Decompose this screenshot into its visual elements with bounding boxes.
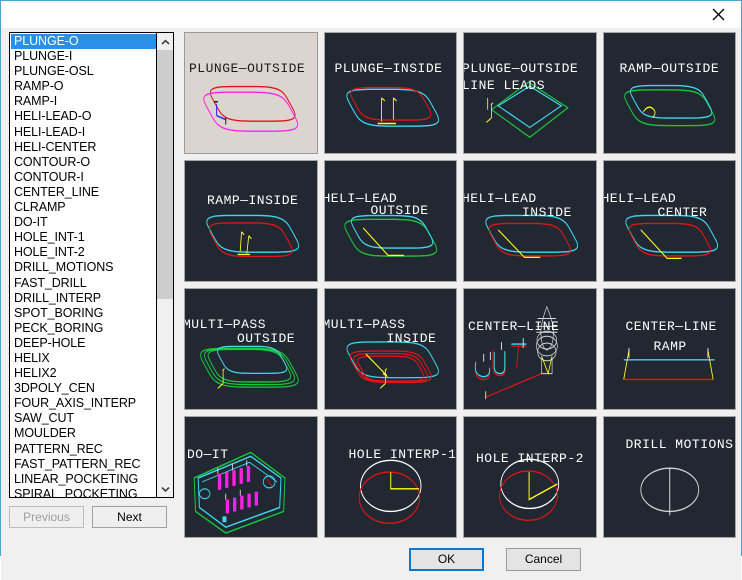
thumbnail-plunge-inside[interactable]: PLUNGE—INSIDE: [323, 32, 457, 154]
thumbnail-artwork: [474, 305, 558, 400]
thumbnail-artwork: [622, 348, 714, 381]
thumbnail-center-line-ramp[interactable]: CENTER—LINE RAMP: [602, 288, 736, 410]
thumbnail-multi-pass-inside[interactable]: MULTI—PASS INSIDE: [323, 288, 457, 410]
tool-motion-picker-dialog: PLUNGE-O PLUNGE-I PLUNGE-OSL RAMP-O RAMP-I HE…: [0, 0, 742, 580]
motion-list-item[interactable]: SAW_CUT: [11, 411, 156, 426]
thumbnail-artwork: [639, 467, 699, 516]
motion-list-item[interactable]: RAMP-I: [11, 94, 156, 109]
title-bar: [1, 1, 741, 28]
thumbnail-artwork: [486, 81, 569, 138]
scroll-thumb[interactable]: [157, 50, 173, 300]
motion-list-item[interactable]: PLUNGE-O: [11, 34, 156, 50]
motion-list-item[interactable]: CONTOUR-I: [11, 170, 156, 185]
dialog-body: PLUNGE-O PLUNGE-I PLUNGE-OSL RAMP-O RAMP-I HE…: [1, 28, 741, 538]
thumbnail-drill-motions[interactable]: DRILL MOTIONS: [602, 416, 736, 538]
thumbnail-plunge-outside[interactable]: PLUNGE—OUTSIDE: [184, 32, 318, 154]
thumbnail-heli-lead-inside[interactable]: HELI—LEAD INSIDE: [463, 160, 597, 282]
thumbnail-artwork: [624, 214, 718, 260]
next-button[interactable]: Next: [92, 506, 167, 528]
thumbnail-multi-pass-outside[interactable]: MULTI—PASS OUTSIDE: [184, 288, 318, 410]
thumbnail-artwork: [358, 459, 421, 524]
motion-list-item[interactable]: DEEP-HOLE: [11, 336, 156, 351]
motion-list-item[interactable]: HELIX: [11, 351, 156, 366]
scroll-up-button[interactable]: [157, 33, 173, 50]
close-icon: [712, 8, 725, 21]
chevron-up-icon: [160, 35, 170, 49]
thumbnail-ramp-inside[interactable]: RAMP—INSIDE: [184, 160, 318, 282]
thumbnail-hole-interp-2[interactable]: HOLE INTERP-2: [463, 416, 597, 538]
chevron-down-icon: [160, 482, 170, 496]
cancel-button[interactable]: Cancel: [506, 547, 581, 571]
motion-list-item[interactable]: DRILL_INTERP: [11, 291, 156, 306]
thumbnail-artwork: [623, 84, 715, 127]
motion-list-item[interactable]: HOLE_INT-2: [11, 245, 156, 260]
motion-list-item[interactable]: CLRAMP: [11, 200, 156, 215]
thumbnail-artwork: [346, 341, 439, 389]
thumbnail-grid: PLUNGE—OUTSIDE PLUNGE—INSIDE PLUNGE—OUTS…: [181, 28, 741, 538]
motion-list-item[interactable]: HELI-LEAD-O: [11, 109, 156, 124]
motion-list-item[interactable]: DO-IT: [11, 215, 156, 230]
thumbnail-ramp-outside[interactable]: RAMP—OUTSIDE: [602, 32, 736, 154]
motion-list[interactable]: PLUNGE-O PLUNGE-I PLUNGE-OSL RAMP-O RAMP-I HE…: [9, 32, 174, 498]
motion-list-item[interactable]: LINEAR_POCKETING: [11, 472, 156, 487]
previous-button[interactable]: Previous: [9, 506, 84, 528]
list-scrollbar[interactable]: [156, 33, 173, 497]
thumbnail-artwork: [485, 214, 579, 259]
thumbnail-artwork: [343, 214, 437, 257]
motion-list-item[interactable]: PATTERN_REC: [11, 442, 156, 457]
thumbnail-heli-lead-center[interactable]: HELI—LEAD CENTER: [602, 160, 736, 282]
motion-list-item[interactable]: MOULDER: [11, 426, 156, 441]
motion-list-item[interactable]: RAMP-O: [11, 79, 156, 94]
motion-list-item[interactable]: SPOT_BORING: [11, 306, 156, 321]
thumbnail-artwork: [345, 86, 439, 127]
close-button[interactable]: [696, 1, 741, 28]
motion-list-item[interactable]: PLUNGE-I: [11, 49, 156, 64]
motion-list-item[interactable]: HELIX2: [11, 366, 156, 381]
motion-list-item[interactable]: FOUR_AXIS_INTERP: [11, 396, 156, 411]
motion-list-item[interactable]: CENTER_LINE: [11, 185, 156, 200]
thumbnail-artwork: [200, 345, 299, 389]
thumbnail-artwork: [206, 214, 300, 258]
motion-list-item[interactable]: PECK_BORING: [11, 321, 156, 336]
motion-list-item[interactable]: HELI-CENTER: [11, 140, 156, 155]
thumbnail-plunge-outside-line-leads[interactable]: PLUNGE—OUTSIDE LINE LEADS: [463, 32, 597, 154]
motion-list-item[interactable]: FAST_DRILL: [11, 276, 156, 291]
motion-list-item[interactable]: HOLE_INT-1: [11, 230, 156, 245]
thumbnail-heli-lead-outside[interactable]: HELI—LEAD OUTSIDE: [323, 160, 457, 282]
scroll-track[interactable]: [157, 50, 173, 480]
thumbnail-artwork: [193, 451, 286, 534]
thumbnail-artwork: [499, 458, 560, 521]
dialog-footer: OK Cancel: [1, 538, 741, 580]
thumbnail-do-it[interactable]: DO—IT: [184, 416, 318, 538]
motion-list-item[interactable]: FAST_PATTERN_REC: [11, 457, 156, 472]
motion-list-items[interactable]: PLUNGE-O PLUNGE-I PLUNGE-OSL RAMP-O RAMP-I HE…: [10, 33, 156, 497]
list-nav-row: Previous Next: [9, 506, 181, 528]
thumbnail-center-line-cut[interactable]: CENTER—LINE: [463, 288, 597, 410]
motion-list-item[interactable]: SPIRAL_POCKETING: [11, 487, 156, 497]
left-panel: PLUNGE-O PLUNGE-I PLUNGE-OSL RAMP-O RAMP-I HE…: [1, 28, 181, 538]
thumbnail-hole-interp-1[interactable]: HOLE INTERP-1: [323, 416, 457, 538]
scroll-down-button[interactable]: [157, 480, 173, 497]
motion-list-item[interactable]: CONTOUR-O: [11, 155, 156, 170]
motion-list-item[interactable]: PLUNGE-OSL: [11, 64, 156, 79]
ok-button[interactable]: OK: [409, 547, 484, 571]
motion-list-item[interactable]: HELI-LEAD-I: [11, 125, 156, 140]
motion-list-item[interactable]: 3DPOLY_CEN: [11, 381, 156, 396]
motion-list-item[interactable]: DRILL_MOTIONS: [11, 260, 156, 275]
thumbnail-artwork: [203, 85, 299, 132]
